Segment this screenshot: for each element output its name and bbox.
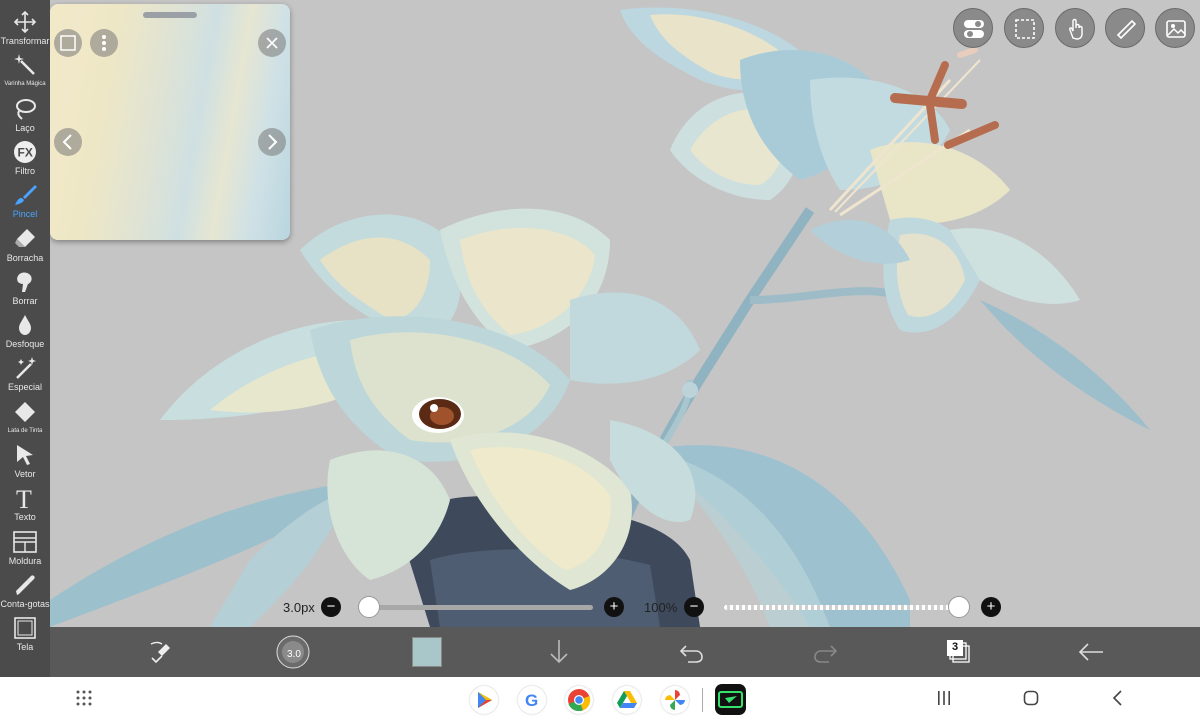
size-increase-button[interactable]: +: [604, 597, 624, 617]
back-arrow-icon[interactable]: [1071, 627, 1111, 677]
frame-icon: [0, 530, 50, 556]
tool-bucket[interactable]: Lata de Tinta: [0, 398, 50, 441]
reference-panel[interactable]: [50, 4, 290, 240]
opacity-decrease-button[interactable]: −: [684, 597, 704, 617]
panel-drag-handle[interactable]: [143, 12, 197, 18]
tool-label: Laço: [15, 122, 35, 133]
brush-size-thumb[interactable]: [358, 596, 380, 618]
tool-vector[interactable]: Vetor: [0, 441, 50, 484]
fx-icon: FX: [0, 140, 50, 166]
size-decrease-button[interactable]: −: [321, 597, 341, 617]
bottom-toolbar: 3.0 3: [50, 627, 1200, 677]
brush-size-preview[interactable]: 3.0: [273, 627, 313, 677]
tool-brush[interactable]: Pincel: [0, 181, 50, 224]
tool-label: Moldura: [8, 555, 42, 566]
transform-eraser-icon[interactable]: [140, 627, 180, 677]
tool-label: Pincel: [12, 209, 38, 220]
tool-frame[interactable]: Moldura: [0, 528, 50, 571]
layer-count: 3: [952, 641, 959, 653]
chrome-icon[interactable]: [565, 686, 593, 714]
google-icon[interactable]: G: [518, 686, 546, 714]
toggle-settings-icon[interactable]: [953, 8, 993, 48]
image-icon[interactable]: [1155, 8, 1195, 48]
tool-label: Desfoque: [5, 339, 45, 350]
tool-label: Borracha: [6, 252, 44, 263]
tool-smudge[interactable]: Borrar: [0, 268, 50, 311]
magic-wand-icon: [0, 53, 50, 79]
tool-lasso[interactable]: Laço: [0, 95, 50, 138]
tool-special[interactable]: Especial: [0, 354, 50, 397]
eyedropper-icon: [0, 573, 50, 599]
left-toolbar: Transformar Varinha Mágica Laço FX Filtro Pin…: [0, 0, 50, 677]
brush-size-badge: 3.0: [287, 649, 301, 660]
lasso-icon: [0, 97, 50, 123]
home-icon[interactable]: [1023, 690, 1039, 706]
photos-icon[interactable]: [661, 686, 689, 714]
opacity-label: 100%: [644, 600, 678, 615]
tool-label: Texto: [14, 512, 36, 523]
svg-text:FX: FX: [18, 145, 33, 159]
tool-text[interactable]: T Texto: [0, 484, 50, 527]
tool-transform[interactable]: Transformar: [0, 8, 50, 51]
ibis-paint-icon[interactable]: [715, 684, 746, 715]
download-arrow-icon[interactable]: [539, 627, 579, 677]
tool-label: Filtro: [15, 165, 35, 176]
tool-canvas[interactable]: Tela: [0, 614, 50, 657]
more-vertical-icon[interactable]: [90, 29, 118, 57]
cursor-arrow-icon: [0, 443, 50, 469]
tool-label: Conta-gotas: [0, 598, 50, 609]
selection-icon[interactable]: [1004, 8, 1044, 48]
play-store-icon[interactable]: [470, 686, 498, 714]
android-navigation-bar: [0, 677, 1200, 720]
sparkle-brush-icon: [0, 356, 50, 382]
smudge-icon: [0, 270, 50, 296]
text-icon: T: [0, 486, 50, 512]
paint-bucket-icon: [0, 400, 50, 426]
tool-label: Varinha Mágica: [4, 81, 46, 88]
tool-blur[interactable]: Desfoque: [0, 311, 50, 354]
canvas-icon: [0, 616, 50, 642]
tool-filter[interactable]: FX Filtro: [0, 138, 50, 181]
tool-label: Vetor: [14, 469, 36, 479]
eraser-icon: [0, 227, 50, 253]
tool-eraser[interactable]: Borracha: [0, 225, 50, 268]
chevron-left-icon[interactable]: [54, 128, 82, 156]
hand-touch-icon[interactable]: [1055, 8, 1095, 48]
drop-icon: [0, 313, 50, 339]
tool-eyedropper[interactable]: Conta-gotas: [0, 571, 50, 614]
recents-icon[interactable]: [936, 690, 952, 706]
redo-icon[interactable]: [805, 627, 845, 677]
dock-divider: [702, 688, 703, 712]
brush-icon: [0, 183, 50, 209]
undo-icon[interactable]: [672, 627, 712, 677]
brush-size-label: 3.0px: [283, 600, 315, 615]
tool-label: Transformar: [0, 36, 50, 46]
opacity-increase-button[interactable]: +: [981, 597, 1001, 617]
svg-text:G: G: [525, 691, 538, 710]
opacity-slider[interactable]: [724, 605, 959, 610]
drive-icon[interactable]: [613, 686, 641, 714]
back-icon[interactable]: [1110, 690, 1126, 706]
opacity-thumb[interactable]: [948, 596, 970, 618]
tool-label: Especial: [7, 382, 43, 393]
crop-icon[interactable]: [54, 29, 82, 57]
app-drawer-icon[interactable]: [76, 690, 92, 706]
svg-text:T: T: [16, 486, 32, 510]
chevron-right-icon[interactable]: [258, 128, 286, 156]
ruler-icon[interactable]: [1105, 8, 1145, 48]
brush-size-slider[interactable]: [368, 605, 593, 610]
tool-label: Lata de Tinta: [7, 427, 43, 434]
close-icon[interactable]: [258, 29, 286, 57]
tool-magic-wand[interactable]: Varinha Mágica: [0, 51, 50, 94]
tool-label: Borrar: [12, 295, 38, 306]
tool-label: Tela: [16, 642, 34, 653]
current-color-swatch[interactable]: [406, 627, 446, 677]
move-arrows-icon: [0, 10, 50, 36]
layers-icon[interactable]: 3: [938, 627, 978, 677]
